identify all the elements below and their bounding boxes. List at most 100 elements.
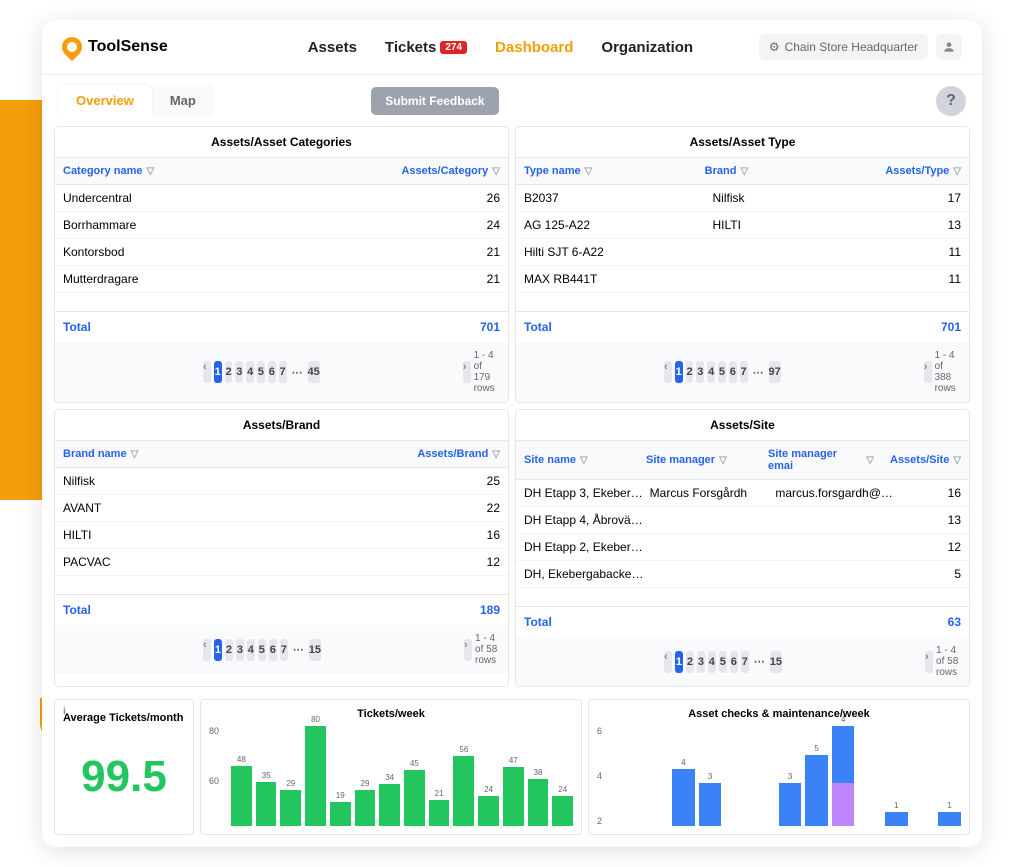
page-6[interactable]: 6 — [730, 651, 738, 673]
page-6[interactable]: 6 — [729, 361, 737, 383]
filter-icon[interactable]: ▽ — [953, 166, 961, 177]
page-4[interactable]: 4 — [246, 361, 254, 383]
col-2[interactable]: Site manager emai ▽ — [760, 441, 882, 479]
nav-organization[interactable]: Organization — [601, 39, 693, 56]
page-2[interactable]: 2 — [686, 651, 694, 673]
filter-icon[interactable]: ▽ — [492, 449, 500, 460]
filter-icon[interactable]: ▽ — [146, 166, 154, 177]
info-icon[interactable]: i — [63, 706, 66, 717]
table-row[interactable]: Undercentral26 — [55, 185, 508, 212]
tab-overview[interactable]: Overview — [58, 85, 152, 116]
page-5[interactable]: 5 — [258, 639, 266, 661]
cell: DH, Ekebergabacke… — [524, 567, 650, 581]
bar — [619, 824, 642, 826]
table-row[interactable]: Hilti SJT 6-A2211 — [516, 239, 969, 266]
user-menu[interactable] — [936, 34, 962, 60]
page-1[interactable]: 1 — [214, 361, 222, 383]
filter-icon[interactable]: ▽ — [740, 166, 748, 177]
org-selector[interactable]: ⚙ Chain Store Headquarter — [759, 34, 928, 60]
col-1[interactable]: Site manager ▽ — [638, 441, 760, 479]
filter-icon[interactable]: ▽ — [131, 449, 139, 460]
asset-checks-chart: Asset checks & maintenance/week642433541… — [588, 699, 970, 835]
page-7[interactable]: 7 — [279, 361, 287, 383]
filter-icon[interactable]: ▽ — [585, 166, 593, 177]
bar — [912, 824, 935, 826]
page-next[interactable]: › — [924, 361, 932, 383]
page-7[interactable]: 7 — [740, 361, 748, 383]
table-row[interactable]: Nilfisk25 — [55, 468, 508, 495]
table-row[interactable]: B2037Nilfisk17 — [516, 185, 969, 212]
help-button[interactable]: ? — [936, 86, 966, 116]
page-4[interactable]: 4 — [707, 361, 715, 383]
table-row[interactable]: DH Etapp 4, Åbrovä…13 — [516, 507, 969, 534]
page-3[interactable]: 3 — [235, 361, 243, 383]
nav-tickets[interactable]: Tickets 274 — [385, 39, 467, 56]
page-next[interactable]: › — [925, 651, 933, 673]
nav-dashboard[interactable]: Dashboard — [495, 39, 573, 56]
page-6[interactable]: 6 — [269, 639, 277, 661]
col-0[interactable]: Type name ▽ — [516, 158, 697, 184]
page-prev[interactable]: ‹ — [664, 651, 672, 673]
table-row[interactable]: DH, Ekebergabacke…5 — [516, 561, 969, 588]
bar: 38 — [528, 768, 549, 827]
page-2[interactable]: 2 — [686, 361, 694, 383]
col-0[interactable]: Category name ▽ — [55, 158, 393, 184]
page-last[interactable]: 15 — [309, 639, 321, 661]
cell: Nilfisk — [63, 474, 440, 488]
filter-icon[interactable]: ▽ — [719, 455, 727, 466]
page-5[interactable]: 5 — [719, 651, 727, 673]
filter-icon[interactable]: ▽ — [953, 455, 961, 466]
page-3[interactable]: 3 — [696, 361, 704, 383]
pager: ‹1234567⋯15›1 - 4 of 58 rows — [55, 625, 508, 674]
col-1[interactable]: Assets/Category ▽ — [393, 158, 508, 184]
page-6[interactable]: 6 — [268, 361, 276, 383]
page-prev[interactable]: ‹ — [203, 639, 211, 661]
filter-icon[interactable]: ▽ — [866, 455, 874, 466]
page-last[interactable]: 45 — [308, 361, 320, 383]
table-row[interactable]: MAX RB441T11 — [516, 266, 969, 293]
page-last[interactable]: 15 — [770, 651, 782, 673]
table-row[interactable]: AG 125-A22HILTI13 — [516, 212, 969, 239]
page-1[interactable]: 1 — [675, 651, 683, 673]
panel-title: Assets/Asset Type — [516, 127, 969, 158]
table-row[interactable]: PACVAC12 — [55, 549, 508, 576]
col-1[interactable]: Assets/Brand ▽ — [409, 441, 508, 467]
page-7[interactable]: 7 — [741, 651, 749, 673]
page-1[interactable]: 1 — [675, 361, 683, 383]
page-5[interactable]: 5 — [718, 361, 726, 383]
submit-feedback-button[interactable]: Submit Feedback — [371, 87, 498, 115]
col-2[interactable]: Assets/Type ▽ — [877, 158, 969, 184]
page-4[interactable]: 4 — [247, 639, 255, 661]
page-prev[interactable]: ‹ — [664, 361, 672, 383]
table-row[interactable]: DH Etapp 3, Ekeber…Marcus Forsgårdhmarcu… — [516, 480, 969, 507]
col-1[interactable]: Brand ▽ — [697, 158, 878, 184]
col-3[interactable]: Assets/Site ▽ — [882, 441, 969, 479]
filter-icon[interactable]: ▽ — [580, 455, 588, 466]
col-0[interactable]: Site name ▽ — [516, 441, 638, 479]
page-1[interactable]: 1 — [214, 639, 222, 661]
table-row[interactable]: DH Etapp 2, Ekeber…12 — [516, 534, 969, 561]
page-last[interactable]: 97 — [769, 361, 781, 383]
page-next[interactable]: › — [464, 639, 472, 661]
page-7[interactable]: 7 — [280, 639, 288, 661]
page-3[interactable]: 3 — [236, 639, 244, 661]
col-0[interactable]: Brand name ▽ — [55, 441, 409, 467]
cell — [650, 567, 776, 581]
table-row[interactable]: Kontorsbod21 — [55, 239, 508, 266]
table-row[interactable]: HILTI16 — [55, 522, 508, 549]
page-4[interactable]: 4 — [708, 651, 716, 673]
table-row[interactable]: Mutterdragare21 — [55, 266, 508, 293]
panel-brand: Assets/BrandBrand name ▽Assets/Brand ▽Ni… — [54, 409, 509, 687]
page-next[interactable]: › — [463, 361, 471, 383]
table-row[interactable]: AVANT22 — [55, 495, 508, 522]
page-2[interactable]: 2 — [225, 639, 233, 661]
filter-icon[interactable]: ▽ — [492, 166, 500, 177]
page-3[interactable]: 3 — [697, 651, 705, 673]
page-prev[interactable]: ‹ — [203, 361, 211, 383]
table-row[interactable]: Borrhammare24 — [55, 212, 508, 239]
page-5[interactable]: 5 — [257, 361, 265, 383]
tab-map[interactable]: Map — [152, 85, 214, 116]
bar: 45 — [404, 759, 425, 826]
page-2[interactable]: 2 — [225, 361, 233, 383]
nav-assets[interactable]: Assets — [308, 39, 357, 56]
